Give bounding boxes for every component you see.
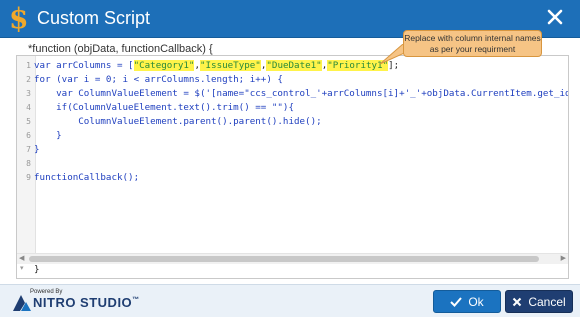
- line-number: 6: [26, 131, 31, 140]
- code-line: }: [34, 144, 40, 155]
- nitro-logo-icon: [13, 295, 31, 311]
- line-number: 5: [26, 117, 31, 126]
- fold-marker-icon: ▾: [20, 265, 24, 272]
- ok-label: Ok: [468, 294, 484, 309]
- line-number: 8: [26, 159, 31, 168]
- scroll-left-icon[interactable]: ◀: [19, 254, 24, 264]
- code-line: var ColumnValueElement = $('[name="ccs_c…: [34, 88, 569, 99]
- check-icon: [450, 296, 463, 307]
- code-line: functionCallback();: [34, 172, 140, 183]
- code-line: ColumnValueElement.parent().parent().hid…: [34, 116, 322, 127]
- line-number: 3: [26, 89, 31, 98]
- code-line: for (var i = 0; i < arrColumns.length; i…: [34, 74, 283, 85]
- scrollbar-thumb[interactable]: [29, 256, 539, 262]
- brand-text: NITRO STUDIO: [33, 295, 133, 310]
- line-number: 7: [26, 145, 31, 154]
- column-name-highlight: "Category1": [133, 60, 195, 71]
- callout-note: Replace with column internal names as pe…: [403, 30, 542, 57]
- dollar-icon: $: [9, 2, 29, 35]
- close-icon[interactable]: [545, 7, 565, 27]
- brand-name: NITRO STUDIO™: [33, 295, 140, 310]
- ok-button[interactable]: Ok: [433, 290, 501, 313]
- line-number: 2: [26, 75, 31, 84]
- dialog-title: Custom Script: [37, 8, 151, 28]
- code-line: }: [34, 130, 62, 141]
- horizontal-scrollbar[interactable]: ◀ ▶: [17, 253, 568, 264]
- close-icon: [513, 297, 522, 306]
- line-number: 1: [26, 61, 31, 70]
- function-header: *function (objData, functionCallback) {: [28, 43, 213, 55]
- line-number: 4: [26, 103, 31, 112]
- column-name-highlight: "DueDate1": [266, 60, 322, 71]
- cancel-button[interactable]: Cancel: [505, 290, 573, 313]
- column-name-highlight: "IssueType": [199, 60, 261, 71]
- line-number: 9: [26, 173, 31, 182]
- cancel-label: Cancel: [528, 294, 566, 309]
- code-editor[interactable]: 1 2 3 4 5 6 7 8 9 var arrColumns = ["Cat…: [16, 55, 569, 279]
- code-token: var arrColumns = [: [34, 60, 134, 71]
- scroll-right-icon[interactable]: ▶: [561, 254, 566, 264]
- code-line: if(ColumnValueElement.text().trim() == "…: [34, 102, 294, 113]
- trademark: ™: [132, 296, 140, 304]
- closing-brace: }: [34, 264, 40, 275]
